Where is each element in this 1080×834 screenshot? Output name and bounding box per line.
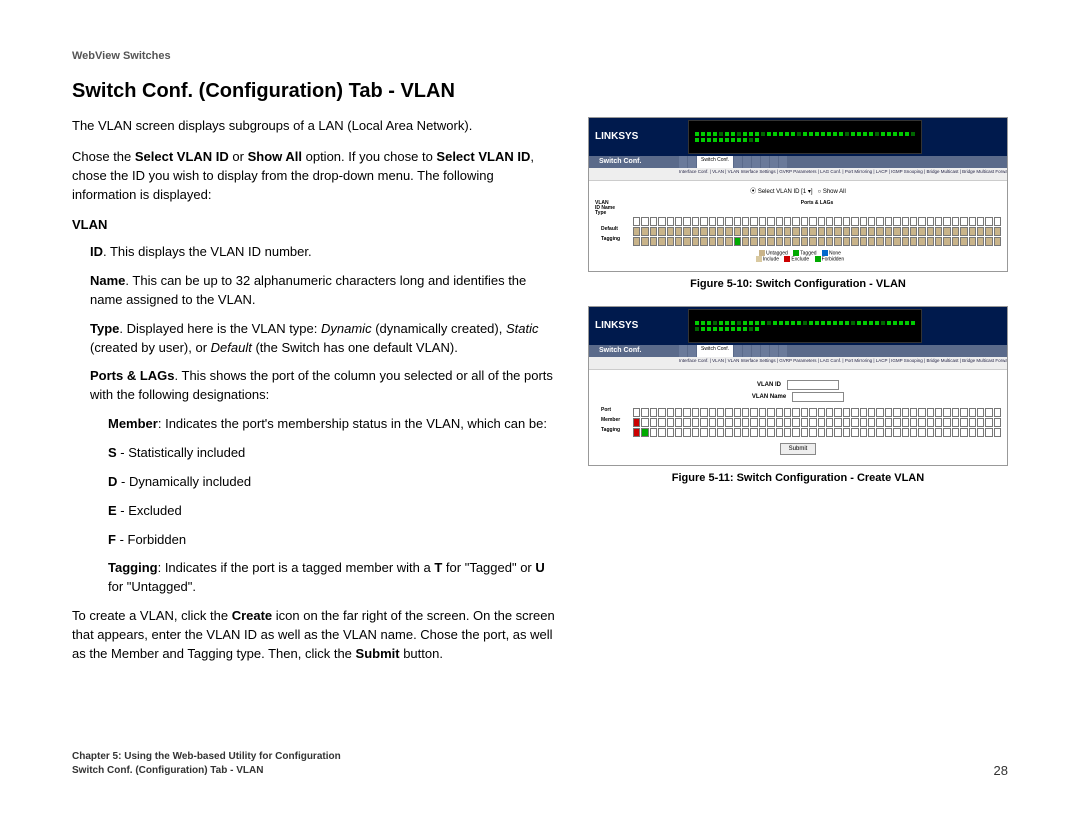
field-id: ID. This displays the VLAN ID number.	[90, 243, 558, 262]
vlan-subheading: VLAN	[72, 216, 558, 235]
page-number: 28	[994, 763, 1008, 778]
vlan-id-row: VLAN ID	[595, 380, 1001, 390]
brand-logo: LINKSYS	[595, 132, 638, 142]
vlan-name-input	[792, 392, 844, 402]
field-name: Name. This can be up to 32 alphanumeric …	[90, 272, 558, 310]
vlan-id-input	[787, 380, 839, 390]
field-member: Member: Indicates the port's membership …	[108, 415, 558, 434]
port-header-row: Port	[595, 408, 1001, 417]
tab-switch-conf: Switch Conf.	[697, 156, 733, 168]
vlan-name-row: VLAN Name	[595, 392, 1001, 402]
li-s: S - Statistically included	[108, 444, 558, 463]
body-text: The VLAN screen displays subgroups of a …	[72, 117, 558, 676]
figure-5-11-caption: Figure 5-11: Switch Configuration - Crea…	[588, 472, 1008, 484]
select-paragraph: Chose the Select VLAN ID or Show All opt…	[72, 148, 558, 205]
figures-column: LINKSYS Switch Conf. Switch Conf. Interf…	[588, 117, 1008, 676]
tagging-row: Tagging	[595, 237, 1001, 246]
side-label: Switch Conf.	[593, 156, 647, 167]
legend-1: Untagged Tagged None Include Exclude For…	[595, 250, 1001, 263]
li-d: D - Dynamically included	[108, 473, 558, 492]
sub-nav: Interface Conf. | VLAN | VLAN Interface …	[589, 357, 1007, 370]
tagging-row: Tagging	[595, 428, 1001, 437]
top-tabs: Switch Conf.	[589, 156, 1007, 168]
footer-chapter: Chapter 5: Using the Web-based Utility f…	[72, 750, 341, 764]
create-paragraph: To create a VLAN, click the Create icon …	[72, 607, 558, 664]
device-leds	[688, 309, 922, 343]
footer-section: Switch Conf. (Configuration) Tab - VLAN	[72, 764, 341, 778]
page-header: WebView Switches	[72, 50, 1008, 62]
intro-paragraph: The VLAN screen displays subgroups of a …	[72, 117, 558, 136]
page-title: Switch Conf. (Configuration) Tab - VLAN	[72, 80, 1008, 103]
tab-switch-conf: Switch Conf.	[697, 345, 733, 357]
li-e: E - Excluded	[108, 502, 558, 521]
page-footer: Chapter 5: Using the Web-based Utility f…	[72, 750, 1008, 778]
side-label: Switch Conf.	[593, 345, 647, 356]
li-f: F - Forbidden	[108, 531, 558, 550]
figure-5-10-caption: Figure 5-10: Switch Configuration - VLAN	[588, 278, 1008, 290]
top-tabs: Switch Conf.	[589, 345, 1007, 357]
figure-5-10: LINKSYS Switch Conf. Switch Conf. Interf…	[588, 117, 1008, 272]
field-tagging: Tagging: Indicates if the port is a tagg…	[108, 559, 558, 597]
member-row: Default	[595, 227, 1001, 236]
brand-logo: LINKSYS	[595, 321, 638, 331]
submit-button: Submit	[780, 443, 817, 455]
device-leds	[688, 120, 922, 154]
radio-row: ⦿ Select VLAN ID [1 ▾] ○ Show All	[595, 189, 1001, 195]
figure-5-11: LINKSYS Switch Conf. Switch Conf. Interf…	[588, 306, 1008, 466]
port-header-row	[595, 217, 1001, 226]
member-row: Member	[595, 418, 1001, 427]
field-type: Type. Displayed here is the VLAN type: D…	[90, 320, 558, 358]
sub-nav: Interface Conf. | VLAN | VLAN Interface …	[589, 168, 1007, 181]
field-ports-lags: Ports & LAGs. This shows the port of the…	[90, 367, 558, 405]
